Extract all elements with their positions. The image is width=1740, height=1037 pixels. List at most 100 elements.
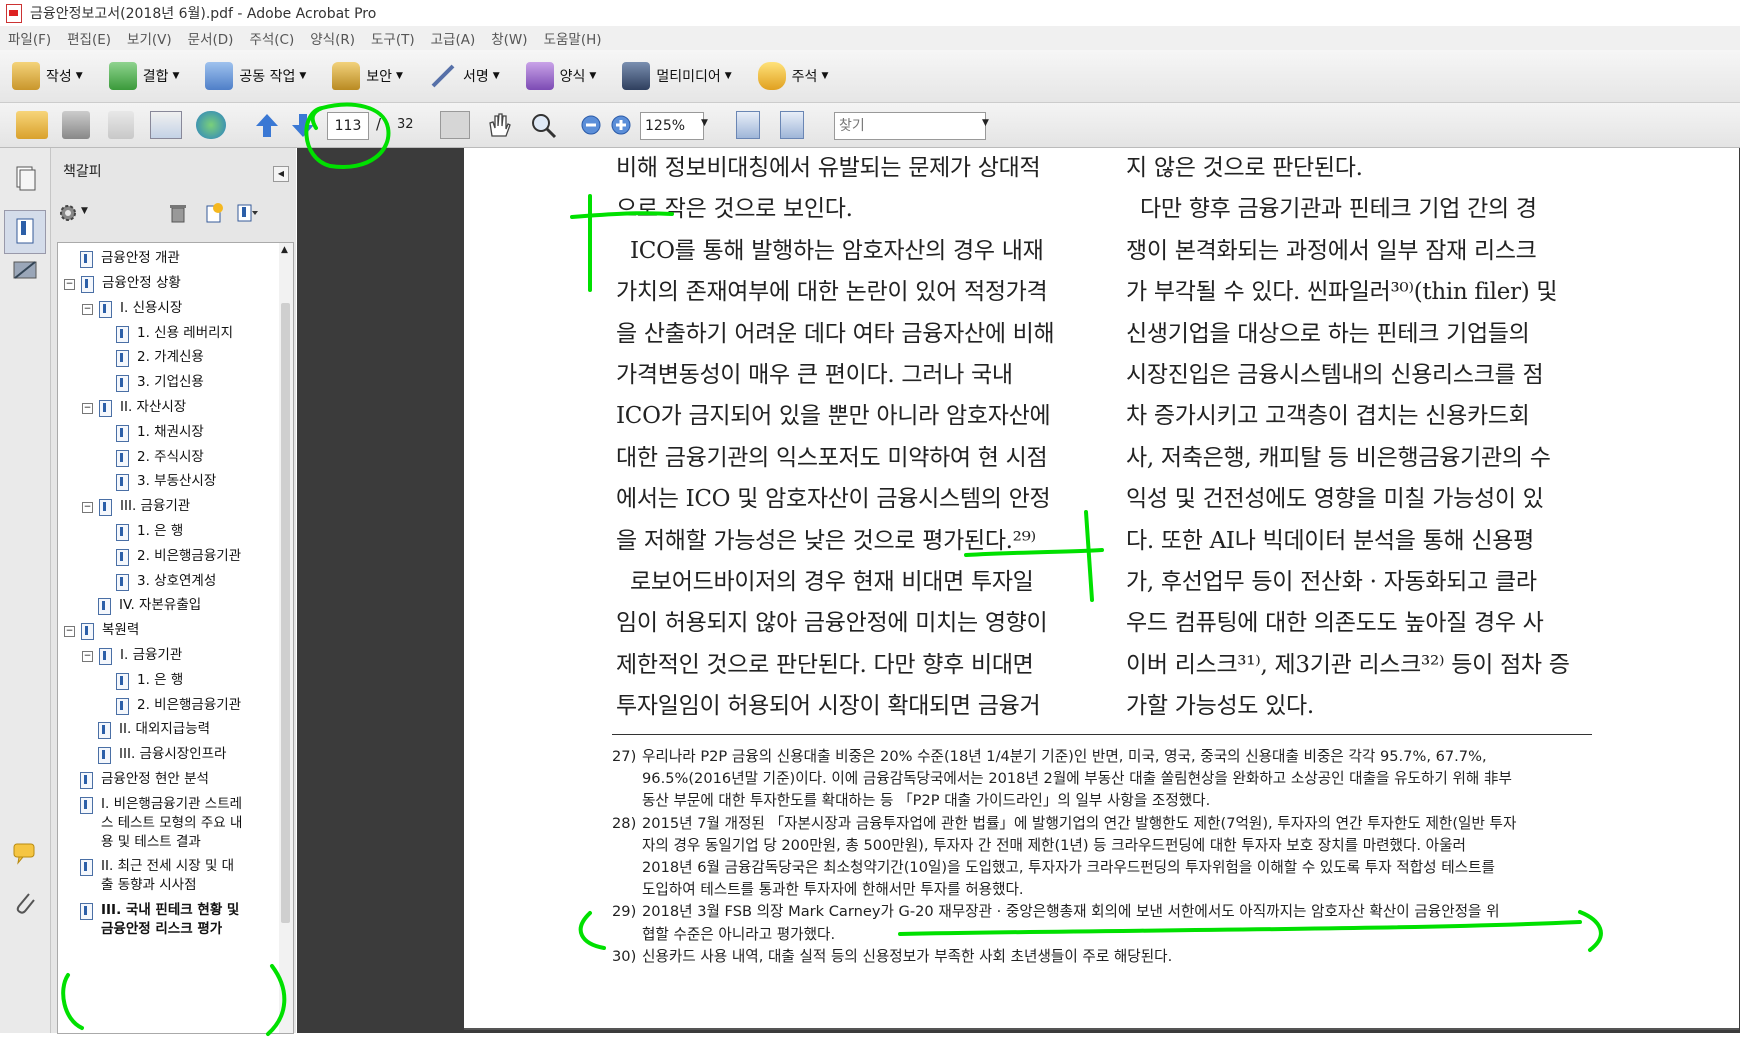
- collapse-icon[interactable]: −: [82, 502, 93, 513]
- multimedia-label: 멀티미디어: [656, 69, 721, 85]
- bookmark-item[interactable]: 3. 부동산시장: [116, 472, 216, 491]
- chevron-down-icon: ▼: [172, 71, 180, 81]
- bookmarks-scrollbar[interactable]: ▲: [279, 242, 294, 1034]
- email-icon[interactable]: [150, 111, 182, 139]
- bookmark-item[interactable]: − I. 신용시장: [82, 299, 182, 318]
- menu-tools[interactable]: 도구(T): [363, 28, 423, 48]
- bookmark-item[interactable]: 3. 기업신용: [116, 373, 204, 392]
- speech-bubble-icon: [757, 62, 786, 90]
- collapse-icon[interactable]: −: [82, 304, 93, 315]
- options-gear-icon[interactable]: [57, 202, 79, 224]
- collapse-icon[interactable]: −: [64, 279, 75, 290]
- bookmark-item[interactable]: 1. 채권시장: [116, 423, 204, 442]
- bookmark-item[interactable]: − I. 금융기관: [82, 646, 182, 665]
- bookmark-item[interactable]: 금융안정 현안 분석: [80, 770, 209, 789]
- pen-icon: [429, 62, 457, 90]
- multimedia-button[interactable]: 멀티미디어 ▼: [622, 62, 732, 90]
- collapse-icon[interactable]: −: [82, 651, 93, 662]
- delete-bookmark-icon[interactable]: [169, 202, 187, 224]
- page-number-input[interactable]: 113: [327, 112, 369, 140]
- bookmark-item[interactable]: 3. 상호연계성: [116, 572, 216, 591]
- zoom-in-icon[interactable]: [610, 111, 632, 139]
- previous-page-icon[interactable]: [254, 111, 280, 139]
- text-line: 가, 후선업무 등이 전산화 · 자동화되고 클라: [1126, 569, 1537, 596]
- collapse-panel-icon[interactable]: ◀: [273, 166, 289, 182]
- bookmark-item[interactable]: 2. 비은행금융기관: [116, 696, 241, 715]
- bookmark-item[interactable]: 1. 신용 레버리지: [116, 324, 233, 343]
- bookmark-item[interactable]: − II. 자산시장: [82, 398, 186, 417]
- pages-icon[interactable]: [11, 164, 39, 192]
- scroll-up-icon[interactable]: ▲: [281, 245, 288, 255]
- bookmark-item[interactable]: IV. 자본유출입: [98, 596, 201, 615]
- menu-advanced[interactable]: 고급(A): [423, 28, 484, 48]
- collapse-icon[interactable]: −: [64, 626, 75, 637]
- create-button[interactable]: 작성 ▼: [12, 62, 83, 90]
- combine-button[interactable]: 결합 ▼: [108, 62, 180, 90]
- zoom-dropdown-icon[interactable]: ▼: [701, 118, 708, 128]
- attachment-icon[interactable]: [11, 888, 39, 916]
- menu-window[interactable]: 창(W): [483, 28, 535, 48]
- bookmark-item[interactable]: III. 금융시장인프라: [98, 745, 226, 764]
- collaborate-button[interactable]: 공동 작업 ▼: [205, 62, 306, 90]
- signatures-icon[interactable]: [11, 256, 39, 284]
- footnote-divider: [612, 734, 1592, 735]
- menu-help[interactable]: 도움말(H): [536, 28, 610, 48]
- secure-label: 보안: [366, 69, 393, 85]
- secure-button[interactable]: 보안 ▼: [332, 62, 403, 90]
- forms-button[interactable]: 양식 ▼: [525, 62, 596, 90]
- bookmark-item[interactable]: − 금융안정 상황: [64, 274, 181, 293]
- globe-icon[interactable]: [196, 111, 226, 139]
- footnotes: 27) 우리나라 P2P 금융의 신용대출 비중은 20% 수준(18년 1/4…: [612, 746, 1602, 968]
- menu-edit[interactable]: 편집(E): [59, 28, 119, 48]
- hand-tool-icon[interactable]: [484, 111, 512, 139]
- menu-comments[interactable]: 주석(C): [241, 28, 302, 48]
- lock-icon: [332, 62, 361, 90]
- bookmark-item[interactable]: − 복원력: [64, 621, 139, 640]
- scrollbar-thumb[interactable]: [281, 303, 290, 923]
- bookmark-item[interactable]: 2. 주식시장: [116, 448, 204, 467]
- save-icon[interactable]: [108, 111, 134, 139]
- bookmark-icon: [80, 251, 93, 268]
- new-bookmark-icon[interactable]: [203, 202, 225, 224]
- bookmark-item[interactable]: II. 최근 전세 시장 및 대 출 동향과 시사점: [80, 857, 234, 895]
- pdf-file-icon: [6, 3, 22, 23]
- bookmark-item[interactable]: 1. 은 행: [116, 671, 183, 690]
- next-page-icon[interactable]: [290, 111, 316, 139]
- bookmark-item[interactable]: 금융안정 개관: [80, 249, 180, 268]
- zoom-out-icon[interactable]: [580, 111, 602, 139]
- bookmark-item[interactable]: II. 대외지급능력: [98, 720, 210, 739]
- bookmarks-panel: 책갈피 ◀ ▼ 금융안정 개관 − 금융안정 상황 − I. 신용시장 1. 신용 …: [51, 148, 296, 1034]
- text-line: 다만 향후 금융기관과 핀테크 기업 간의 경: [1126, 196, 1537, 223]
- bookmark-item[interactable]: − III. 금융기관: [82, 497, 190, 516]
- zoom-level-input[interactable]: 125%: [640, 112, 704, 140]
- fit-page-icon[interactable]: [780, 111, 804, 139]
- menu-document[interactable]: 문서(D): [180, 28, 242, 48]
- bookmark-item[interactable]: I. 비은행금융기관 스트레 스 테스트 모형의 주요 내 용 및 테스트 결과: [80, 795, 242, 852]
- options-dropdown-icon[interactable]: ▼: [81, 206, 88, 216]
- print-icon[interactable]: [62, 111, 90, 139]
- bookmark-item-selected[interactable]: III. 국내 핀테크 현황 및 금융안정 리스크 평가: [80, 901, 239, 939]
- sign-button[interactable]: 서명 ▼: [429, 62, 500, 90]
- menu-file[interactable]: 파일(F): [0, 28, 59, 48]
- menu-view[interactable]: 보기(V): [119, 28, 180, 48]
- bookmarks-tab-icon[interactable]: [4, 210, 46, 254]
- open-folder-icon[interactable]: [16, 111, 48, 139]
- bookmark-icon: [116, 574, 129, 591]
- bookmark-options-icon[interactable]: [235, 202, 259, 224]
- bookmark-item[interactable]: 1. 은 행: [116, 522, 183, 541]
- fit-width-icon[interactable]: [736, 111, 760, 139]
- zoom-tool-icon[interactable]: [528, 111, 558, 139]
- bookmarks-tree: 금융안정 개관 − 금융안정 상황 − I. 신용시장 1. 신용 레버리지 2. …: [57, 242, 281, 1034]
- collapse-icon[interactable]: −: [82, 403, 93, 414]
- comment-button[interactable]: 주석 ▼: [757, 62, 828, 90]
- comments-icon[interactable]: [11, 838, 39, 866]
- bookmark-item[interactable]: 2. 비은행금융기관: [116, 547, 241, 566]
- footnote-29: 29) 2018년 3월 FSB 의장 Mark Carney가 G-20 재무…: [612, 903, 1500, 943]
- find-dropdown-icon[interactable]: ▼: [982, 118, 989, 128]
- bookmarks-toolbar: ▼: [55, 198, 295, 228]
- bookmark-item[interactable]: 2. 가계신용: [116, 348, 204, 367]
- find-input[interactable]: 찾기: [834, 112, 986, 140]
- combine-files-icon: [108, 62, 137, 90]
- select-tool-icon[interactable]: [440, 111, 470, 139]
- menu-forms[interactable]: 양식(R): [302, 28, 363, 48]
